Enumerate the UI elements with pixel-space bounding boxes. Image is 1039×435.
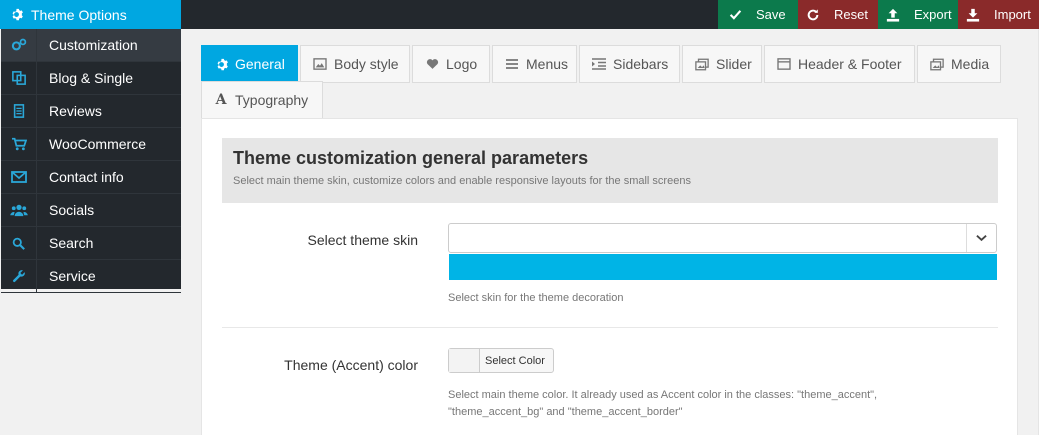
tab-label: Media: [951, 56, 990, 72]
sidebar: Customization Blog & Single Reviews WooC…: [1, 29, 181, 293]
options-content: General Body style Logo Menus Sidebars S…: [201, 43, 1018, 435]
tab-typography[interactable]: A Typography: [201, 81, 323, 119]
menu-icon: [505, 57, 519, 71]
tab-menus[interactable]: Menus: [492, 45, 577, 83]
reset-label: Reset: [834, 7, 868, 22]
tab-label: Slider: [716, 56, 752, 72]
sidebar-item-label: Reviews: [49, 103, 102, 119]
search-icon: [1, 227, 37, 259]
sidebar-item-reviews[interactable]: Reviews: [1, 95, 181, 128]
font-icon: A: [215, 92, 227, 108]
select-color-label: Select Color: [485, 354, 545, 367]
tab-label: Body style: [334, 56, 399, 72]
tab-body-style[interactable]: Body style: [300, 45, 410, 83]
tab-media[interactable]: Media: [917, 45, 1001, 83]
wrench-icon: [1, 260, 37, 292]
heart-icon: [425, 57, 439, 71]
section-description: Select main theme skin, customize colors…: [233, 175, 691, 187]
reset-button[interactable]: Reset: [798, 0, 878, 29]
tab-label: Typography: [235, 92, 309, 108]
color-swatch: [449, 349, 480, 372]
users-icon: [1, 194, 37, 226]
tab-general[interactable]: General: [201, 45, 298, 83]
tab-label: Logo: [446, 56, 478, 72]
tab-slider[interactable]: Slider: [682, 45, 762, 83]
gear-icon: [9, 8, 23, 22]
theme-skin-select[interactable]: [448, 223, 997, 253]
select-color-button[interactable]: Select Color: [448, 348, 554, 373]
export-button[interactable]: Export: [878, 0, 958, 29]
envelope-icon: [1, 161, 37, 193]
section-header: Theme customization general parameters S…: [222, 138, 998, 203]
skin-help: Select skin for the theme decoration: [448, 292, 624, 304]
refresh-icon: [806, 8, 820, 22]
cart-icon: [1, 128, 37, 160]
chevron-down-icon[interactable]: [966, 224, 996, 252]
tab-label: Menus: [526, 56, 569, 72]
sidebar-item-label: Blog & Single: [49, 70, 134, 86]
document-icon: [1, 95, 37, 127]
options-panel: Theme customization general parameters S…: [201, 118, 1018, 435]
import-button[interactable]: Import: [958, 0, 1039, 29]
tab-label: Header & Footer: [798, 56, 902, 72]
tab-header-footer[interactable]: Header & Footer: [764, 45, 915, 83]
skin-label: Select theme skin: [307, 232, 419, 248]
action-bar: Save Reset Export Import: [718, 0, 1039, 29]
import-label: Import: [994, 7, 1031, 22]
sidebar-item-contact-info[interactable]: Contact info: [1, 161, 181, 194]
window-icon: [777, 57, 791, 71]
sidebar-item-customization[interactable]: Customization: [1, 29, 181, 62]
copy-icon: [1, 62, 37, 94]
image-icon: [313, 57, 327, 71]
sidebar-item-search[interactable]: Search: [1, 227, 181, 260]
sidebar-item-service[interactable]: Service: [1, 260, 181, 293]
accent-help-line1: Select main theme color. It already used…: [448, 389, 878, 401]
sidebar-item-label: Customization: [49, 37, 138, 53]
sidebar-item-blog-single[interactable]: Blog & Single: [1, 62, 181, 95]
sidebar-item-label: Service: [49, 268, 96, 284]
images-icon: [695, 57, 709, 71]
top-bar: Theme Options Save Reset Export Import: [0, 0, 1039, 29]
download-icon: [966, 8, 980, 22]
upload-icon: [886, 8, 900, 22]
tab-label: General: [235, 56, 285, 72]
tab-label: Sidebars: [613, 56, 669, 72]
sidebar-item-label: Search: [49, 235, 94, 251]
gear-icon: [214, 57, 228, 71]
accent-help-line2: "theme_accent_bg" and "theme_accent_bord…: [448, 406, 683, 418]
sidebar-item-label: WooCommerce: [49, 136, 146, 152]
skin-preview: [449, 254, 997, 280]
sidebar-item-woocommerce[interactable]: WooCommerce: [1, 128, 181, 161]
section-title: Theme customization general parameters: [233, 148, 589, 168]
check-icon: [728, 8, 742, 22]
sidebar-item-label: Socials: [49, 202, 95, 218]
brand-label: Theme Options: [31, 6, 127, 23]
sidebar-item-socials[interactable]: Socials: [1, 194, 181, 227]
accent-label: Theme (Accent) color: [284, 357, 418, 373]
sidebar-item-label: Contact info: [49, 169, 124, 185]
save-label: Save: [756, 7, 786, 22]
images-icon: [930, 57, 944, 71]
indent-icon: [592, 57, 606, 71]
theme-options-title[interactable]: Theme Options: [0, 0, 181, 29]
tab-sidebars[interactable]: Sidebars: [579, 45, 680, 83]
divider: [222, 327, 998, 328]
tab-logo[interactable]: Logo: [412, 45, 490, 83]
save-button[interactable]: Save: [718, 0, 798, 29]
accent-help: Select main theme color. It already used…: [448, 387, 988, 421]
export-label: Export: [914, 7, 952, 22]
gears-icon: [1, 29, 37, 61]
